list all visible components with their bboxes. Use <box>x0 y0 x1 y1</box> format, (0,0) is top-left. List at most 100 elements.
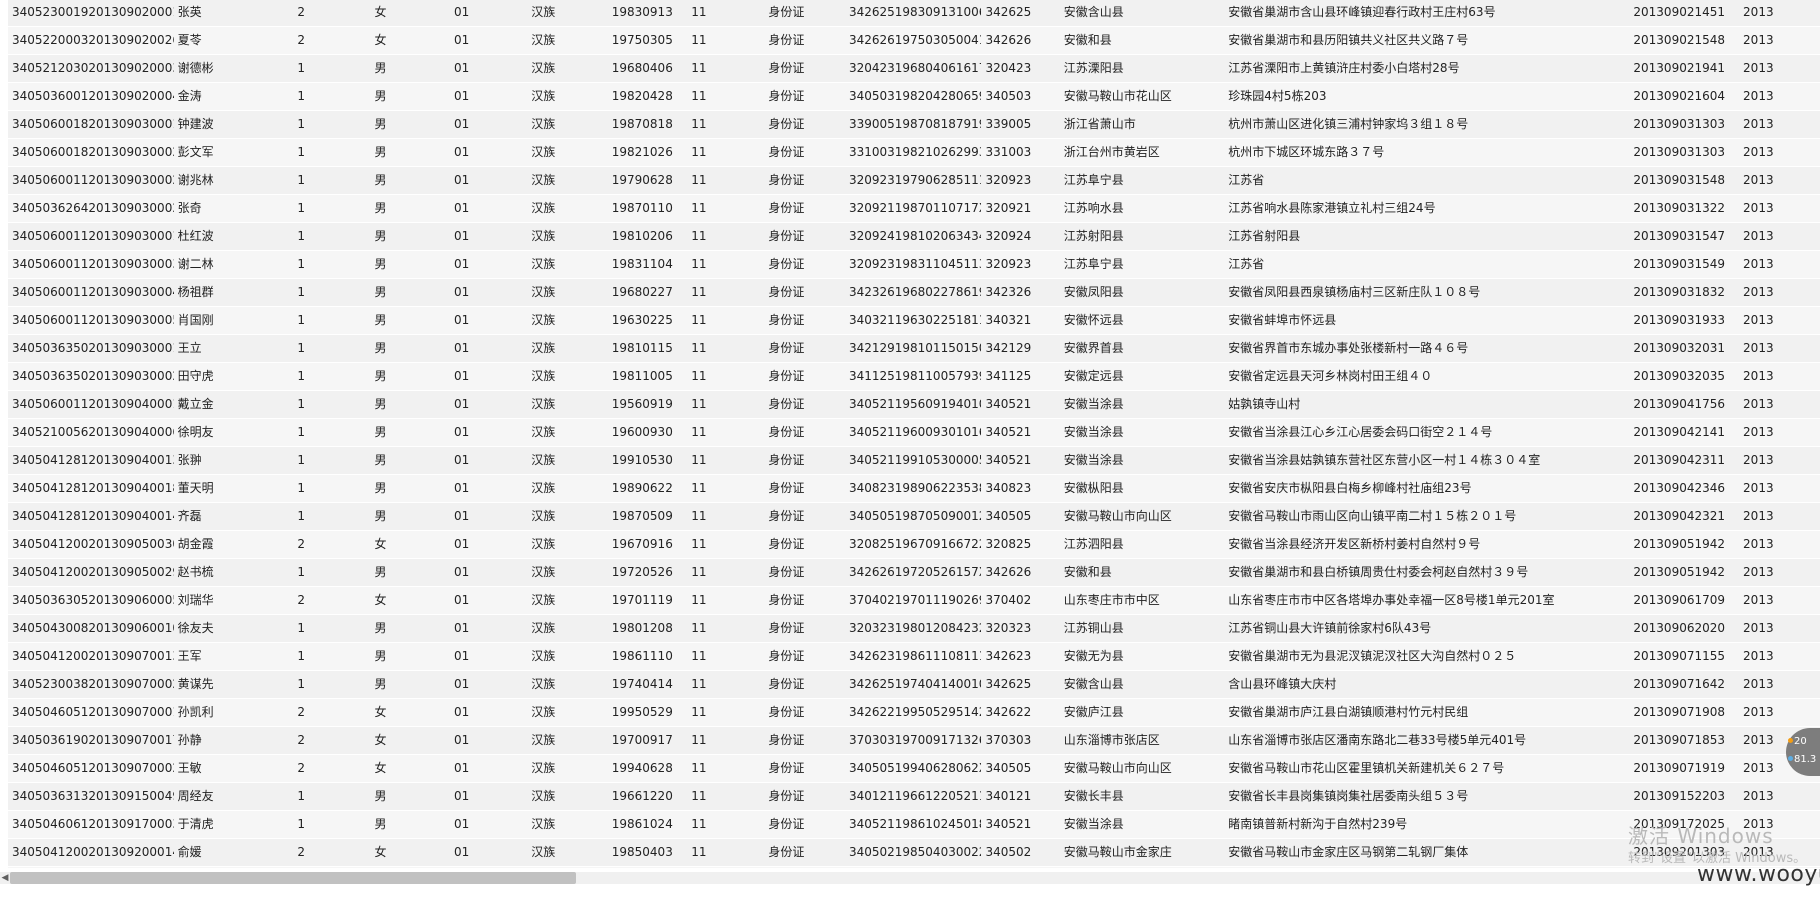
cell-id-type: 身份证 <box>764 110 845 139</box>
table-row[interactable]: 3405060018201309030002 彭文军 1 男 01 汉族 19821026 1… <box>8 138 1820 167</box>
horizontal-scrollbar[interactable]: ◀ <box>0 868 1820 906</box>
table-row[interactable]: 3405041200201309070013 王军 1 男 01 汉族 19861110 11… <box>8 642 1820 671</box>
cell-timestamp: 201309021604 <box>1629 82 1740 111</box>
table-row[interactable]: 3405036350201309030001 王立 1 男 01 汉族 19810115 11… <box>8 334 1820 363</box>
cell-address: 含山县环峰镇大庆村 <box>1224 670 1630 699</box>
cell-birth-date: 19821026 <box>607 138 688 167</box>
cell-year-prefix: 2013 <box>1739 222 1820 251</box>
cell-gender: 女 <box>370 530 450 559</box>
cell-name: 俞媛 <box>173 838 294 867</box>
cell-id-type: 身份证 <box>764 838 845 867</box>
cell-timestamp: 201309031549 <box>1629 250 1740 279</box>
cell-address: 安徽省界首市东城办事处张楼新村一路４６号 <box>1224 334 1630 363</box>
cell-record-id: 3405036264201309030002 <box>8 194 174 223</box>
cell-region: 安徽和县 <box>1059 558 1225 587</box>
cell-doc-type-code: 01 <box>449 222 528 251</box>
cell-gender: 男 <box>370 418 450 447</box>
table-row[interactable]: 3405210056201309040006 徐明友 1 男 01 汉族 19600930 1… <box>8 418 1820 447</box>
cell-gender-code: 1 <box>293 82 371 111</box>
cell-id-type: 身份证 <box>764 446 845 475</box>
cell-address: 安徽省马鞍山市雨山区向山镇平南二村１５栋２０１号 <box>1224 502 1630 531</box>
table-row[interactable]: 3405212030201309020003 谢德彬 1 男 01 汉族 19680406 1… <box>8 54 1820 83</box>
cell-doc-type-code: 01 <box>449 334 528 363</box>
cell-name: 王军 <box>173 642 294 671</box>
cell-gender: 男 <box>370 614 450 643</box>
cell-ethnicity: 汉族 <box>527 726 608 755</box>
cell-name: 肖国刚 <box>173 306 294 335</box>
table-row[interactable]: 3405043008201309060010 徐友夫 1 男 01 汉族 19801208 1… <box>8 614 1820 643</box>
cell-gender-code: 1 <box>293 446 371 475</box>
cell-year-prefix: 2013 <box>1739 54 1820 83</box>
cell-address: 安徽省巢湖市含山县环峰镇迎春行政村王庄村63号 <box>1224 0 1630 27</box>
cell-address: 安徽省定远县天河乡林岗村田王组４０ <box>1224 362 1630 391</box>
table-row[interactable]: 3405060011201309030002 谢兆林 1 男 01 汉族 19790628 1… <box>8 166 1820 195</box>
cell-gender: 男 <box>370 390 450 419</box>
cell-id-type-code: 11 <box>687 82 765 111</box>
cell-id-number: 342326196802278619 <box>844 278 982 307</box>
cell-year-prefix: 2013 <box>1739 474 1820 503</box>
table-row[interactable]: 3405220003201309020026 夏苓 2 女 01 汉族 19750305 11… <box>8 26 1820 55</box>
cell-ethnicity: 汉族 <box>527 530 608 559</box>
table-row[interactable]: 3405036001201309020004 金涛 1 男 01 汉族 19820428 11… <box>8 82 1820 111</box>
table-row[interactable]: 3405036190201309070017 孙静 2 女 01 汉族 19700917 11… <box>8 726 1820 755</box>
cell-record-id: 3405060018201309030001 <box>8 110 174 139</box>
table-row[interactable]: 3405046051201309070002 王敏 2 女 01 汉族 19940628 11… <box>8 754 1820 783</box>
table-row[interactable]: 3405041281201309040018 董天明 1 男 01 汉族 19890622 1… <box>8 474 1820 503</box>
cell-ethnicity: 汉族 <box>527 166 608 195</box>
cell-doc-type-code: 01 <box>449 0 528 27</box>
table-row[interactable]: 3405060011201309030001 杜红波 1 男 01 汉族 19810206 1… <box>8 222 1820 251</box>
table-row[interactable]: 3405060011201309030003 谢二林 1 男 01 汉族 19831104 1… <box>8 250 1820 279</box>
cell-doc-type-code: 01 <box>449 54 528 83</box>
cell-ethnicity: 汉族 <box>527 446 608 475</box>
cell-id-number: 331003198210262993 <box>844 138 982 167</box>
table-row[interactable]: 3405060011201309030004 杨祖群 1 男 01 汉族 19680227 1… <box>8 278 1820 307</box>
windows-activation-watermark: 激活 Windows 转到"设置"以激活 Windows。 <box>1628 826 1806 865</box>
cell-gender-code: 1 <box>293 362 371 391</box>
cell-ethnicity: 汉族 <box>527 614 608 643</box>
scrollbar-thumb[interactable] <box>10 872 576 884</box>
cell-address: 江苏省溧阳市上黄镇浒庄村委小白塔村28号 <box>1224 54 1630 83</box>
cell-id-number: 342625198309131006 <box>844 0 982 27</box>
table-row[interactable]: 3405041200201309200014 俞媛 2 女 01 汉族 19850403 11… <box>8 838 1820 867</box>
cell-id-type-code: 11 <box>687 222 765 251</box>
cell-ethnicity: 汉族 <box>527 306 608 335</box>
cell-gender-code: 1 <box>293 278 371 307</box>
table-row[interactable]: 3405230019201309020001 张英 2 女 01 汉族 19830913 11… <box>8 0 1820 27</box>
cell-year-prefix: 2013 <box>1739 82 1820 111</box>
table-row[interactable]: 3405041200201309050029 赵书梳 1 男 01 汉族 19720526 1… <box>8 558 1820 587</box>
cell-timestamp: 201309062020 <box>1629 614 1740 643</box>
cell-gender: 男 <box>370 670 450 699</box>
cell-address: 杭州市萧山区进化镇三浦村钟家坞３组１８号 <box>1224 110 1630 139</box>
cell-gender: 男 <box>370 194 450 223</box>
cell-region: 安徽当涂县 <box>1059 418 1225 447</box>
cell-region: 安徽怀远县 <box>1059 306 1225 335</box>
cell-doc-type-code: 01 <box>449 446 528 475</box>
cell-timestamp: 201309031303 <box>1629 110 1740 139</box>
table-row[interactable]: 3405041200201309050030 胡金霞 2 女 01 汉族 19670916 1… <box>8 530 1820 559</box>
table-row[interactable]: 3405060011201309030005 肖国刚 1 男 01 汉族 19630225 1… <box>8 306 1820 335</box>
cell-id-number: 340321196302251811 <box>844 306 982 335</box>
table-row[interactable]: 3405046061201309170003 于清虎 1 男 01 汉族 19861024 1… <box>8 810 1820 839</box>
cell-region: 安徽长丰县 <box>1059 782 1225 811</box>
table-row[interactable]: 3405046051201309070001 孙凯利 2 女 01 汉族 19950529 1… <box>8 698 1820 727</box>
cell-id-number: 340503198204280659 <box>844 82 982 111</box>
table-row[interactable]: 3405036350201309030002 田守虎 1 男 01 汉族 19811005 1… <box>8 362 1820 391</box>
cell-id-number: 340521199105300005X <box>844 446 982 475</box>
table-row[interactable]: 3405036264201309030002 张奇 1 男 01 汉族 19870110 11… <box>8 194 1820 223</box>
cell-address: 珍珠园4村5栋203 <box>1224 82 1630 111</box>
table-row[interactable]: 3405041281201309040014 齐磊 1 男 01 汉族 19870509 11… <box>8 502 1820 531</box>
cell-ethnicity: 汉族 <box>527 278 608 307</box>
table-row[interactable]: 3405060018201309030001 钟建波 1 男 01 汉族 19870818 1… <box>8 110 1820 139</box>
cell-doc-type-code: 01 <box>449 194 528 223</box>
cell-birth-date: 19811005 <box>607 362 688 391</box>
table-row[interactable]: 3405230038201309070002 黄谋先 1 男 01 汉族 19740414 1… <box>8 670 1820 699</box>
cell-address: 安徽省蚌埠市怀远县 <box>1224 306 1630 335</box>
scroll-left-icon[interactable]: ◀ <box>0 872 10 884</box>
cell-year-prefix: 2013 <box>1739 446 1820 475</box>
cell-year-prefix: 2013 <box>1739 194 1820 223</box>
cell-doc-type-code: 01 <box>449 474 528 503</box>
table-row[interactable]: 3405036305201309060005 刘瑞华 2 女 01 汉族 19701119 1… <box>8 586 1820 615</box>
table-row[interactable]: 3405041281201309040013 张翀 1 男 01 汉族 19910530 11… <box>8 446 1820 475</box>
table-row[interactable]: 3405036313201309150049 周经友 1 男 01 汉族 19661220 1… <box>8 782 1820 811</box>
table-row[interactable]: 3405060011201309040001 戴立金 1 男 01 汉族 19560919 1… <box>8 390 1820 419</box>
